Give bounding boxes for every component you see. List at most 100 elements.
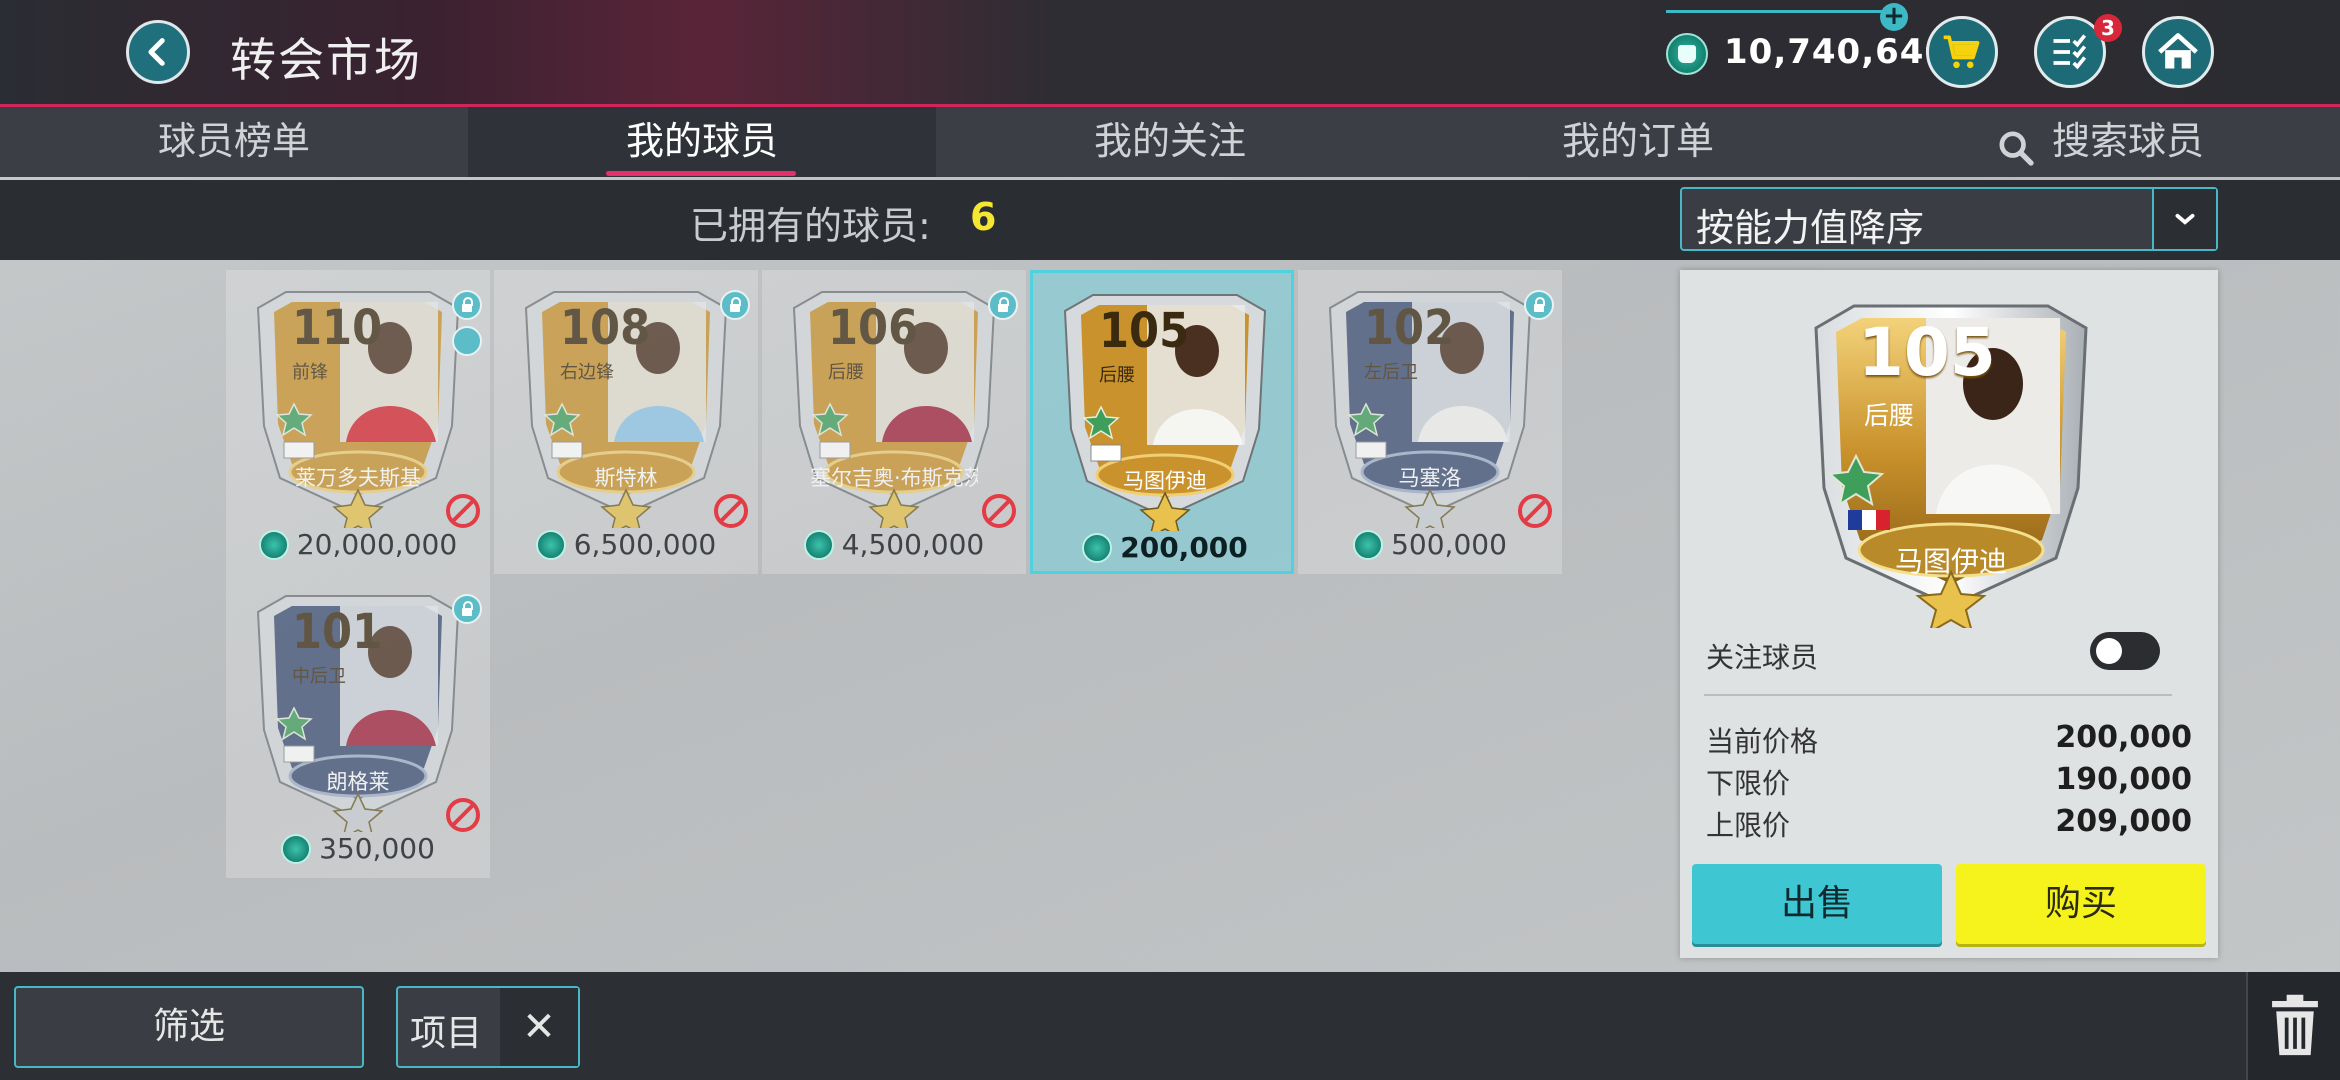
sort-dropdown[interactable]: 按能力值降序 — [1680, 187, 2218, 251]
checklist-icon — [2053, 34, 2087, 70]
search-icon — [1999, 131, 2034, 166]
player-card: 106 后腰 塞尔吉奥·布斯克茨 — [780, 278, 1008, 528]
not-sellable-icon — [714, 494, 748, 528]
follow-player-label: 关注球员 — [1706, 641, 1819, 674]
buy-button[interactable]: 购买 — [1956, 864, 2206, 944]
close-icon[interactable]: ✕ — [500, 988, 578, 1066]
player-position: 前锋 — [292, 362, 328, 383]
add-coins-icon[interactable]: + — [1880, 3, 1908, 31]
divider — [1704, 694, 2172, 696]
coin-icon — [1353, 529, 1384, 560]
filter-chip[interactable]: 项目 ✕ — [396, 986, 580, 1068]
shop-button[interactable] — [1926, 16, 1998, 88]
player-price: 6,500,000 — [573, 528, 717, 561]
player-price: 500,000 — [1391, 528, 1507, 561]
selected-player-card: 105 后腰 马图伊迪 — [1796, 288, 2106, 628]
back-button[interactable] — [126, 20, 190, 84]
chevron-left-icon — [148, 38, 165, 66]
current-price-label: 当前价格 — [1706, 725, 1819, 758]
not-sellable-icon — [982, 494, 1016, 528]
sell-button[interactable]: 出售 — [1692, 864, 1942, 944]
coin-balance: 10,740,640 — [1724, 32, 1950, 72]
player-price-row: 200,000 — [1033, 531, 1297, 571]
player-tile[interactable]: 110 前锋 莱万多夫斯基 20,000,000 — [226, 270, 490, 574]
player-name: 朗格莱 — [326, 770, 390, 794]
player-price: 200,000 — [1120, 531, 1248, 564]
player-name: 马塞洛 — [1398, 466, 1462, 490]
owned-players-label: 已拥有的球员: — [690, 204, 931, 248]
cart-icon — [1943, 35, 1980, 69]
trash-icon — [2272, 994, 2318, 1056]
page-title: 转会市场 — [230, 33, 422, 87]
top-bar: 转会市场 + 10,740,640 3 — [0, 0, 2340, 107]
delete-button[interactable] — [2246, 972, 2340, 1080]
home-button[interactable] — [2142, 16, 2214, 88]
player-tile[interactable]: 102 左后卫 马塞洛 500,000 — [1298, 270, 1562, 574]
lock-icon — [988, 290, 1018, 320]
tab-my-players[interactable]: 我的球员 — [468, 107, 936, 177]
player-position: 中后卫 — [292, 666, 346, 687]
player-tile[interactable]: 101 中后卫 朗格莱 350,000 — [226, 574, 490, 878]
max-price-value: 209,000 — [2055, 804, 2192, 839]
coin-icon — [281, 833, 312, 864]
player-detail-panel: 105 后腰 马图伊迪 关注球员 当前价格 200,000 下限价 190,00… — [1680, 270, 2218, 958]
lock-icon — [452, 290, 482, 320]
owned-players-count: 6 — [970, 195, 997, 239]
tab-search-players[interactable]: 搜索球员 — [1990, 107, 2330, 177]
player-card: 102 左后卫 马塞洛 — [1316, 278, 1544, 528]
coin-bar-line — [1666, 10, 1896, 13]
player-card: 110 前锋 莱万多夫斯基 — [244, 278, 472, 528]
player-name: 莱万多夫斯基 — [295, 466, 421, 490]
player-rating: 101 — [292, 604, 383, 660]
selected-player-name: 马图伊迪 — [1894, 545, 2007, 578]
sort-dropdown-value: 按能力值降序 — [1696, 206, 1925, 250]
player-position: 左后卫 — [1364, 362, 1418, 383]
player-price-row: 500,000 — [1298, 528, 1562, 568]
player-position: 右边锋 — [560, 362, 614, 383]
current-price-value: 200,000 — [2055, 720, 2192, 755]
player-price-row: 4,500,000 — [762, 528, 1026, 568]
min-price-label: 下限价 — [1706, 767, 1791, 800]
player-price-row: 20,000,000 — [226, 528, 490, 568]
selected-player-rating: 105 — [1858, 314, 1996, 391]
coin-icon — [258, 529, 289, 560]
player-card: 105 后腰 马图伊迪 — [1051, 281, 1279, 531]
not-sellable-icon — [446, 798, 480, 832]
player-position: 后腰 — [828, 362, 864, 383]
shirt-icon — [452, 326, 482, 356]
player-price: 4,500,000 — [841, 528, 985, 561]
player-rating: 106 — [828, 300, 919, 356]
tab-my-watchlist[interactable]: 我的关注 — [936, 107, 1404, 177]
player-card: 101 中后卫 朗格莱 — [244, 582, 472, 832]
player-tile[interactable]: 106 后腰 塞尔吉奥·布斯克茨 4,500,000 — [762, 270, 1026, 574]
tab-player-rankings[interactable]: 球员榜单 — [0, 107, 468, 177]
coin-icon — [535, 529, 566, 560]
player-rating: 105 — [1099, 303, 1190, 359]
max-price-label: 上限价 — [1706, 809, 1791, 842]
chevron-down-icon[interactable] — [2152, 189, 2216, 249]
player-price: 350,000 — [319, 832, 435, 865]
min-price-value: 190,000 — [2055, 762, 2192, 797]
filter-button[interactable]: 筛选 — [14, 986, 364, 1068]
lock-icon — [1524, 290, 1554, 320]
selected-player-position: 后腰 — [1864, 401, 1915, 430]
tab-my-orders[interactable]: 我的订单 — [1404, 107, 1872, 177]
coin-icon — [1082, 532, 1113, 563]
player-rating: 102 — [1364, 300, 1455, 356]
follow-player-toggle[interactable] — [2090, 632, 2160, 670]
home-icon — [2158, 33, 2198, 69]
player-name: 塞尔吉奥·布斯克茨 — [810, 466, 978, 490]
not-sellable-icon — [1518, 494, 1552, 528]
player-price-row: 6,500,000 — [494, 528, 758, 568]
player-card: 108 右边锋 斯特林 — [512, 278, 740, 528]
player-tile[interactable]: 108 右边锋 斯特林 6,500,000 — [494, 270, 758, 574]
player-price: 20,000,000 — [296, 528, 458, 561]
player-tile[interactable]: 105 后腰 马图伊迪 200,000 — [1030, 270, 1294, 574]
filter-chip-label: 项目 — [410, 1013, 483, 1054]
player-name: 斯特林 — [594, 466, 658, 490]
notification-badge: 3 — [2094, 14, 2122, 42]
lock-icon — [720, 290, 750, 320]
player-price-row: 350,000 — [226, 832, 490, 872]
player-rating: 108 — [560, 300, 651, 356]
player-name: 马图伊迪 — [1123, 469, 1207, 493]
